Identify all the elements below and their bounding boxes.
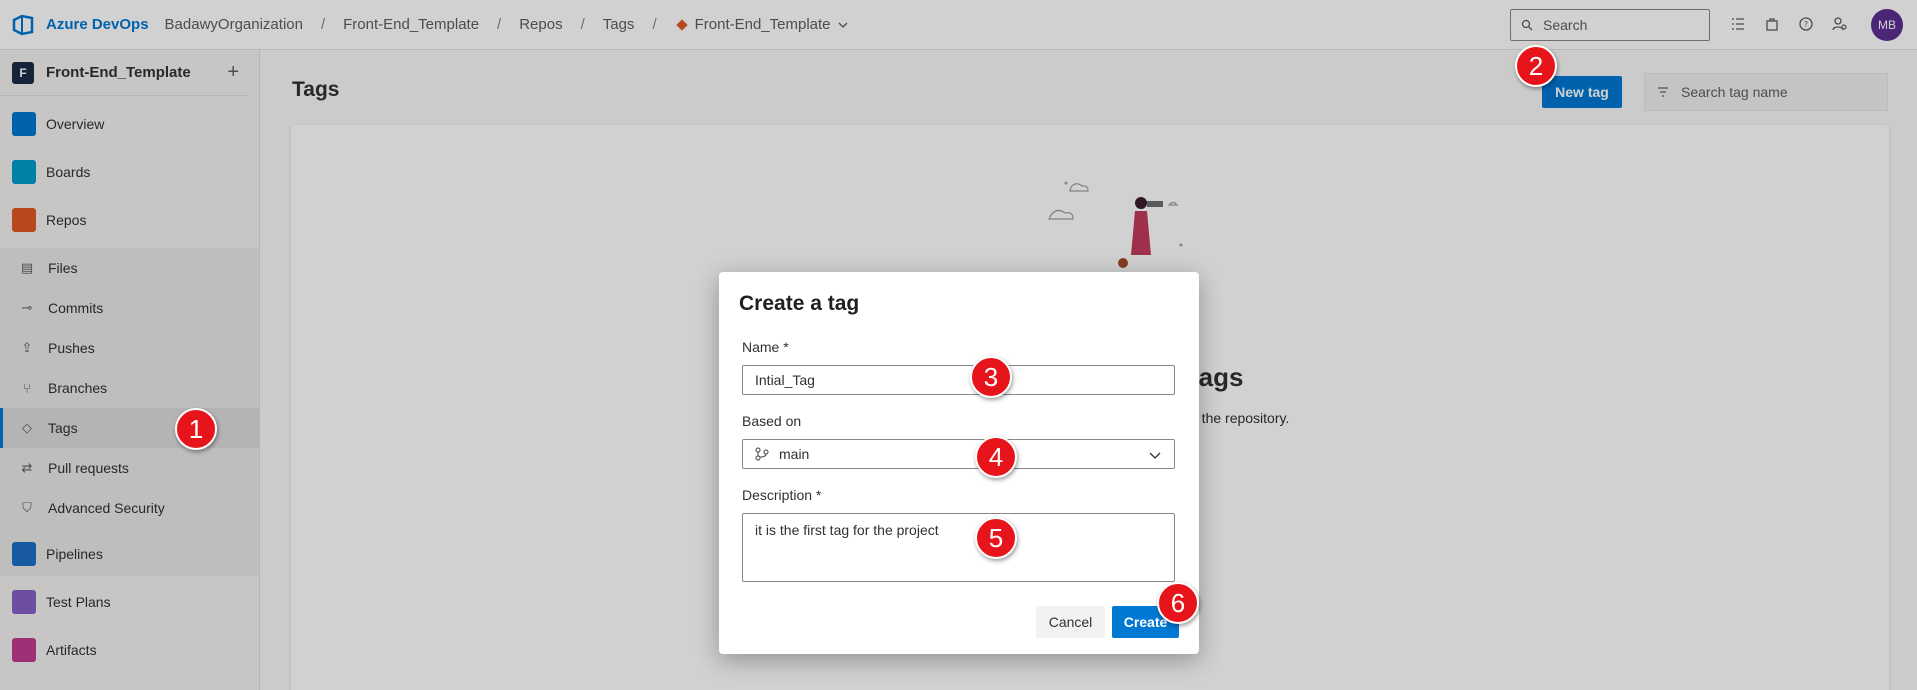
description-label: Description * — [742, 487, 822, 503]
step-marker-5: 5 — [975, 517, 1017, 559]
cancel-button[interactable]: Cancel — [1036, 606, 1105, 638]
step-marker-4: 4 — [975, 436, 1017, 478]
name-label: Name * — [742, 339, 789, 355]
branch-icon — [755, 447, 769, 461]
tag-name-input[interactable]: Intial_Tag — [742, 365, 1175, 395]
step-marker-3: 3 — [970, 356, 1012, 398]
description-textarea[interactable]: it is the first tag for the project — [742, 513, 1175, 582]
step-marker-6: 6 — [1157, 582, 1199, 624]
step-marker-1: 1 — [175, 408, 217, 450]
step-marker-2: 2 — [1515, 45, 1557, 87]
based-on-value: main — [779, 446, 810, 462]
based-on-label: Based on — [742, 413, 802, 429]
dialog-title: Create a tag — [739, 292, 860, 315]
create-tag-dialog: Create a tag Name * Intial_Tag Based on … — [719, 272, 1199, 654]
based-on-dropdown[interactable]: main — [742, 439, 1175, 469]
chevron-down-icon — [1149, 452, 1161, 459]
